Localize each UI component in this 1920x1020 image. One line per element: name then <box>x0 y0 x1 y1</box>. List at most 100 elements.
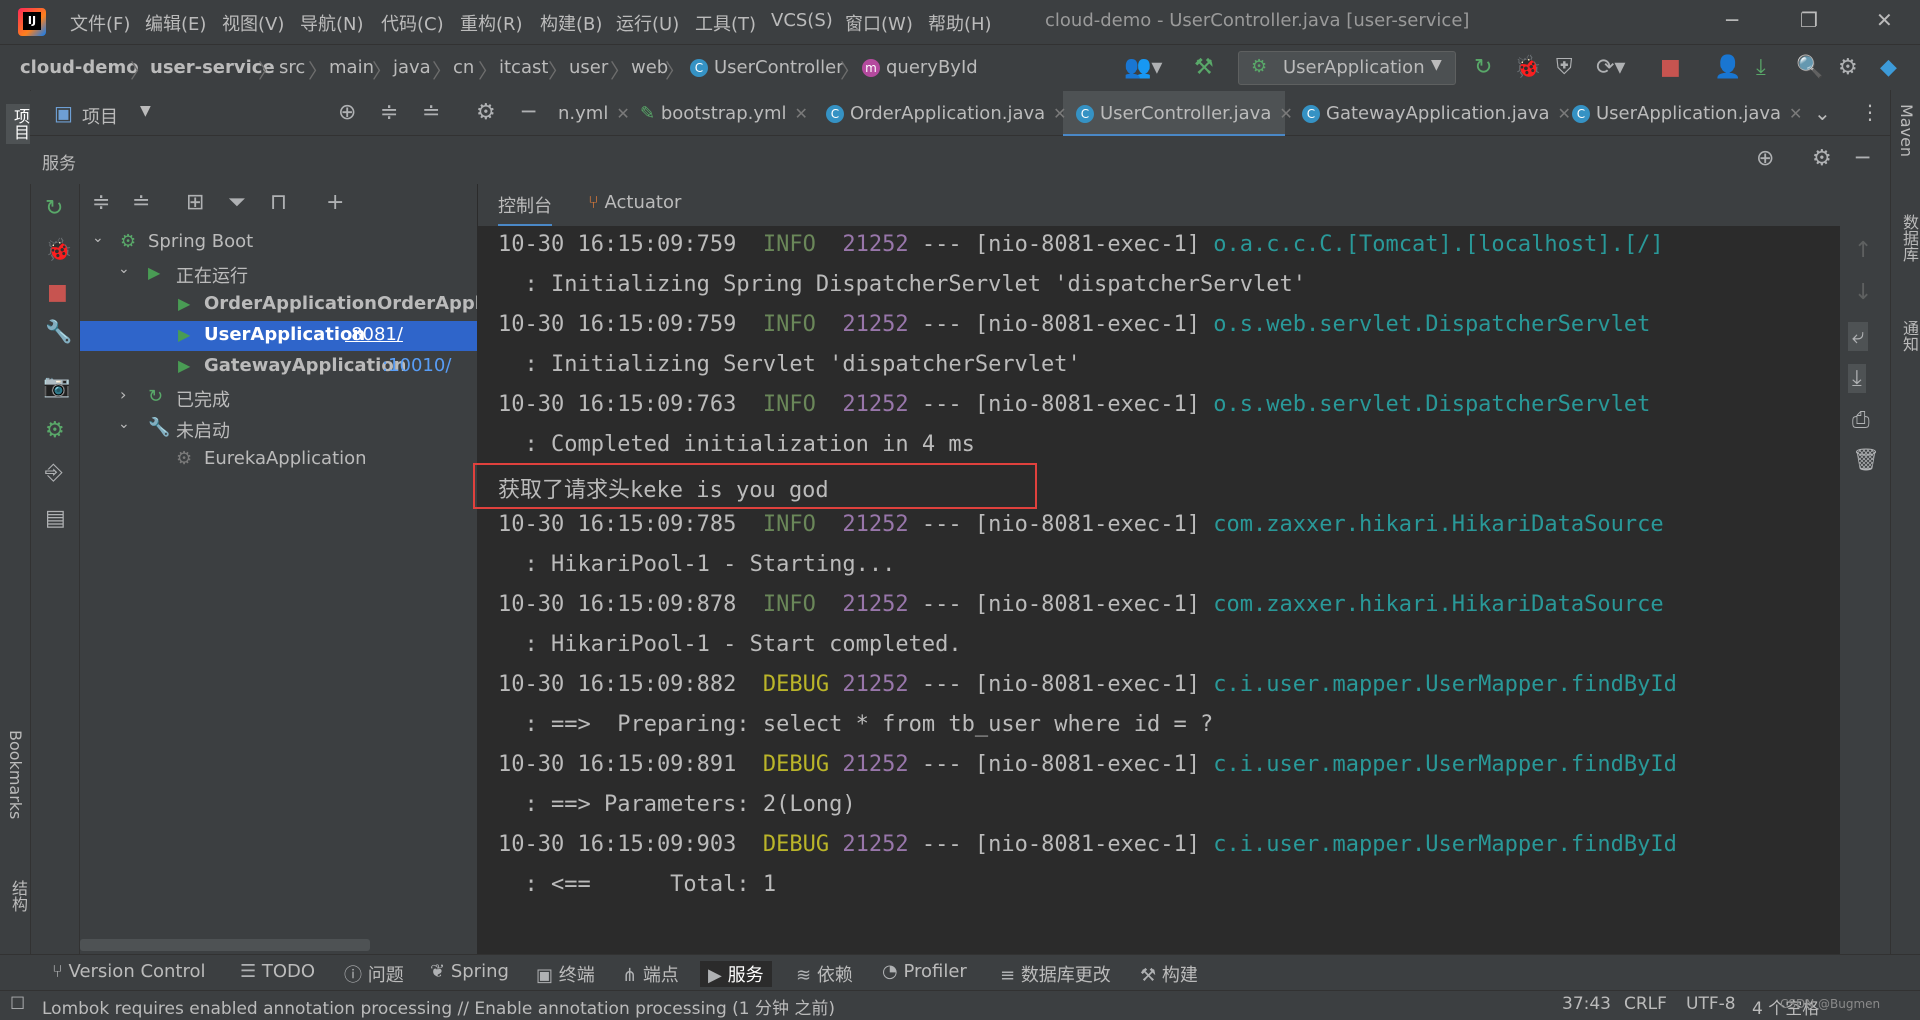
menu-view[interactable]: 视图(V) <box>222 10 284 36</box>
tree-node-not-started[interactable]: ⌄ 🔧 未启动 <box>80 414 477 444</box>
restore-icon[interactable]: ❐ <box>1800 8 1818 32</box>
breadcrumb-cn[interactable]: cn <box>453 57 474 78</box>
chevron-right-icon[interactable]: › <box>120 385 126 404</box>
close-icon[interactable]: ✕ <box>1053 104 1066 123</box>
tree-node-eureka-application[interactable]: ⚙ EurekaApplication <box>80 445 477 475</box>
profile-icon[interactable]: ⟳▾ <box>1596 55 1625 80</box>
expand-all-icon[interactable]: ≑ <box>380 100 398 125</box>
tree-node-spring-boot[interactable]: ⌄ ⚙ Spring Boot <box>80 228 477 258</box>
coverage-icon[interactable]: ⛨ <box>1556 55 1573 80</box>
console-output[interactable]: 10-30 16:15:09:759 INFO 21252 --- [nio-8… <box>478 226 1840 954</box>
breadcrumb-project[interactable]: cloud-demo <box>20 57 139 78</box>
breadcrumb-main[interactable]: main <box>329 57 374 78</box>
breadcrumb-web[interactable]: web <box>631 57 668 78</box>
database-tool-button[interactable]: 数据库 <box>1897 214 1920 262</box>
breadcrumb-itcast[interactable]: itcast <box>499 57 548 78</box>
tabs-dropdown-icon[interactable]: ⌄ <box>1814 101 1831 125</box>
editor-tab-gateway-application[interactable]: C GatewayApplication.java ✕ <box>1302 103 1571 124</box>
add-service-icon[interactable]: + <box>326 190 344 215</box>
project-panel-label[interactable]: 项目 <box>82 103 118 129</box>
login-icon[interactable]: ⎆ <box>45 460 63 485</box>
editor-tab-bootstrap[interactable]: ✎ bootstrap.yml ✕ <box>640 103 808 124</box>
plugin-icon[interactable]: ◆ <box>1880 55 1897 80</box>
breadcrumb-java[interactable]: java <box>393 57 431 78</box>
menu-code[interactable]: 代码(C) <box>381 10 444 36</box>
breadcrumb-module[interactable]: user-service <box>150 57 275 78</box>
layout-icon[interactable]: ▤ <box>45 506 66 531</box>
tool-dependencies[interactable]: ≋ 依赖 <box>796 961 853 987</box>
status-message[interactable]: Lombok requires enabled annotation proce… <box>42 994 835 1019</box>
settings-gear-icon[interactable]: ⚙ <box>1838 55 1858 80</box>
tab-actuator[interactable]: ⑂ Actuator <box>588 192 681 213</box>
close-icon[interactable]: ✕ <box>1558 104 1571 123</box>
debug-icon[interactable]: 🐞 <box>1514 55 1541 80</box>
more-options-icon[interactable]: ⋮ <box>1860 100 1880 124</box>
tool-spring[interactable]: ❦ Spring <box>430 961 509 982</box>
build-hammer-icon[interactable]: ⚒ <box>1194 55 1214 80</box>
chevron-down-icon[interactable]: ⌄ <box>92 230 104 246</box>
tool-problems[interactable]: ⓘ 问题 <box>344 961 404 987</box>
hide-panel-icon[interactable]: ─ <box>522 100 535 125</box>
status-encoding[interactable]: UTF-8 <box>1686 994 1736 1014</box>
breadcrumb-user[interactable]: user <box>569 57 608 78</box>
search-icon[interactable]: 🔍 <box>1796 55 1823 80</box>
menu-file[interactable]: 文件(F) <box>70 10 130 36</box>
tool-services[interactable]: ▶ 服务 <box>700 961 772 987</box>
close-icon[interactable]: ✕ <box>795 104 808 123</box>
debug-settings-icon[interactable]: ⚙ <box>45 418 65 443</box>
horizontal-scrollbar[interactable] <box>80 939 370 951</box>
wrench-icon[interactable]: 🔧 <box>45 320 72 345</box>
run-configuration-select[interactable]: ⚙ UserApplication ▼ <box>1238 51 1456 85</box>
chevron-down-icon[interactable]: ⌄ <box>118 416 130 432</box>
port-link[interactable]: :10010/ <box>382 355 451 376</box>
chevron-down-icon[interactable]: ▼ <box>140 103 151 119</box>
breadcrumb-class[interactable]: C UserController <box>690 57 844 78</box>
tool-terminal[interactable]: ▣ 终端 <box>536 961 595 987</box>
account-icon[interactable]: 👤 <box>1714 55 1741 80</box>
hide-panel-icon[interactable]: ─ <box>1856 146 1869 171</box>
tool-version-control[interactable]: ⑂ Version Control <box>52 961 206 982</box>
intellij-logo-icon[interactable]: IJ <box>18 8 46 36</box>
close-icon[interactable]: ✕ <box>616 104 629 123</box>
camera-icon[interactable]: 📷 <box>43 374 70 399</box>
soft-wrap-icon[interactable]: ⤶ <box>1848 322 1869 351</box>
editor-tab-user-application[interactable]: C UserApplication.java ✕ <box>1572 103 1802 124</box>
filter-icon[interactable]: ⏷ <box>228 190 246 215</box>
menu-window[interactable]: 窗口(W) <box>845 10 913 36</box>
tool-database-changes[interactable]: ≡ 数据库更改 <box>1000 961 1111 987</box>
debug-icon[interactable]: 🐞 <box>45 238 72 263</box>
trash-icon[interactable]: 🗑 <box>1852 448 1880 473</box>
structure-tool-button[interactable]: 结构 <box>6 880 30 912</box>
arrow-down-icon[interactable]: ↓ <box>1854 280 1872 305</box>
tree-node-running[interactable]: ⌄ ▶ 正在运行 <box>80 259 477 289</box>
tree-node-user-application[interactable]: ▶ UserApplication :8081/ <box>80 321 477 351</box>
locate-target-icon[interactable]: ⊕ <box>1756 146 1774 171</box>
arrow-up-icon[interactable]: ↑ <box>1854 238 1872 263</box>
menu-vcs[interactable]: VCS(S) <box>771 10 833 31</box>
editor-tab-order-application[interactable]: C OrderApplication.java ✕ <box>826 103 1067 124</box>
bookmarks-tool-button[interactable]: Bookmarks <box>6 730 25 819</box>
status-line-separator[interactable]: CRLF <box>1624 994 1667 1014</box>
tool-todo[interactable]: ☰ TODO <box>240 961 315 982</box>
editor-tab-yml[interactable]: n.yml ✕ <box>558 103 630 124</box>
close-icon[interactable]: ✕ <box>1279 104 1292 123</box>
collapse-all-icon[interactable]: ≐ <box>132 190 150 215</box>
menu-refactor[interactable]: 重构(R) <box>460 10 523 36</box>
menu-help[interactable]: 帮助(H) <box>928 10 992 36</box>
editor-tab-user-controller[interactable]: C UserController.java ✕ <box>1076 103 1293 124</box>
locate-target-icon[interactable]: ⊕ <box>338 100 356 125</box>
toggle-panel-icon[interactable]: ☐ <box>10 994 25 1014</box>
rerun-icon[interactable]: ↻ <box>45 196 63 221</box>
breadcrumb-src[interactable]: src <box>279 57 305 78</box>
settings-gear-icon[interactable]: ⚙ <box>476 100 496 125</box>
menu-tools[interactable]: 工具(T) <box>695 10 756 36</box>
update-icon[interactable]: ⤓ <box>1756 55 1766 80</box>
menu-edit[interactable]: 编辑(E) <box>145 10 206 36</box>
tool-profiler[interactable]: ◔ Profiler <box>882 961 967 982</box>
stop-icon[interactable]: ■ <box>47 280 68 305</box>
menu-navigate[interactable]: 导航(N) <box>300 10 364 36</box>
status-position[interactable]: 37:43 <box>1562 994 1611 1014</box>
scroll-to-end-icon[interactable]: ⤓ <box>1848 364 1866 393</box>
tree-node-gateway-application[interactable]: ▶ GatewayApplication :10010/ <box>80 352 477 382</box>
maven-tool-button[interactable]: Maven <box>1897 104 1916 157</box>
